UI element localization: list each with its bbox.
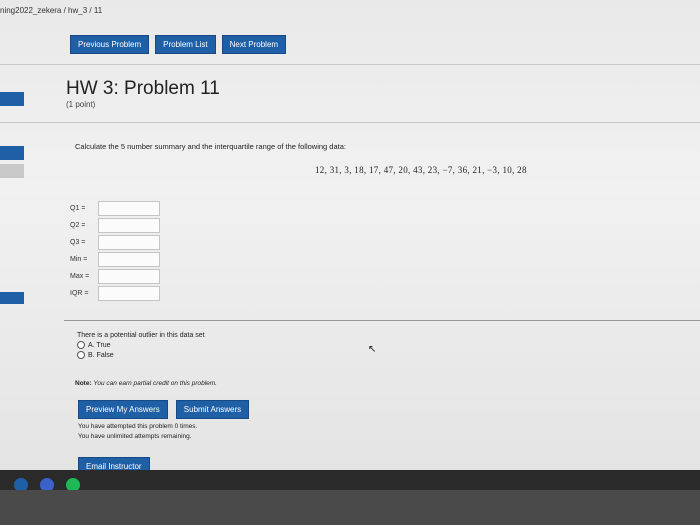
content-divider xyxy=(0,122,700,123)
sidebar-tab[interactable] xyxy=(0,146,24,160)
answer-fields: Q1 = Q2 = Q3 = Min = Max = IQR = xyxy=(70,200,160,302)
q2-row: Q2 = xyxy=(70,217,160,234)
iqr-row: IQR = xyxy=(70,285,160,302)
outlier-question: There is a potential outlier in this dat… xyxy=(77,332,205,359)
q1-input[interactable] xyxy=(98,201,160,216)
previous-problem-button[interactable]: Previous Problem xyxy=(70,35,150,54)
min-row: Min = xyxy=(70,251,160,268)
section-divider xyxy=(64,320,700,321)
sidebar-tab[interactable] xyxy=(0,292,24,304)
submit-answers-button[interactable]: Submit Answers xyxy=(175,400,250,419)
q1-row: Q1 = xyxy=(70,200,160,217)
points-label: (1 point) xyxy=(66,100,96,109)
max-row: Max = xyxy=(70,268,160,285)
iqr-input[interactable] xyxy=(98,286,160,301)
option-false[interactable]: B. False xyxy=(77,351,205,359)
option-true[interactable]: A. True xyxy=(77,341,205,349)
problem-prompt: Calculate the 5 number summary and the i… xyxy=(75,142,346,151)
preview-answers-button[interactable]: Preview My Answers xyxy=(78,400,168,419)
q3-input[interactable] xyxy=(98,235,160,250)
screen-bezel xyxy=(0,490,700,525)
iqr-label: IQR = xyxy=(70,290,89,297)
min-input[interactable] xyxy=(98,252,160,267)
problem-list-button[interactable]: Problem List xyxy=(155,35,216,54)
attempts-info: You have attempted this problem 0 times.… xyxy=(78,422,197,442)
note-text: You can earn partial credit on this prob… xyxy=(93,380,217,387)
option-false-label: B. False xyxy=(88,351,114,359)
header-divider xyxy=(0,64,700,65)
q3-row: Q3 = xyxy=(70,234,160,251)
note: Note: You can earn partial credit on thi… xyxy=(75,380,217,387)
problem-nav: Previous Problem Problem List Next Probl… xyxy=(70,35,287,54)
mouse-cursor-icon: ↖ xyxy=(368,344,377,355)
max-input[interactable] xyxy=(98,269,160,284)
max-label: Max = xyxy=(70,273,90,280)
sidebar-tab[interactable] xyxy=(0,92,24,106)
q1-label: Q1 = xyxy=(70,205,86,212)
answer-actions: Preview My Answers Submit Answers xyxy=(78,400,250,419)
option-true-label: A. True xyxy=(88,341,111,349)
attempts-line: You have attempted this problem 0 times. xyxy=(78,423,198,430)
q2-input[interactable] xyxy=(98,218,160,233)
data-set: 12, 31, 3, 18, 17, 47, 20, 43, 23, −7, 3… xyxy=(315,165,527,175)
min-label: Min = xyxy=(70,256,88,263)
note-label: Note: xyxy=(75,380,92,387)
radio-false[interactable] xyxy=(77,351,85,359)
attempts-remaining-line: You have unlimited attempts remaining. xyxy=(78,433,192,440)
q2-label: Q2 = xyxy=(70,222,86,229)
q3-label: Q3 = xyxy=(70,239,86,246)
page-title: HW 3: Problem 11 xyxy=(66,78,220,99)
radio-true[interactable] xyxy=(77,341,85,349)
breadcrumb: ning2022_zekera / hw_3 / 11 xyxy=(0,6,103,15)
next-problem-button[interactable]: Next Problem xyxy=(221,35,287,54)
sidebar-tab[interactable] xyxy=(0,164,24,178)
outlier-question-text: There is a potential outlier in this dat… xyxy=(77,332,205,339)
